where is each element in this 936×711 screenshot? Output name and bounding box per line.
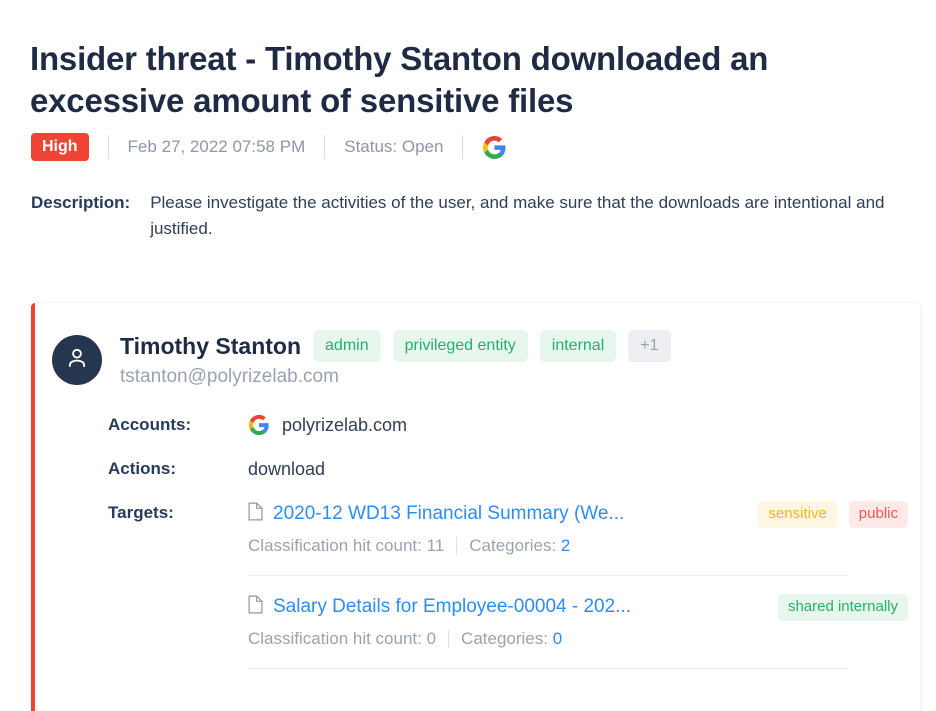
avatar [52, 335, 102, 385]
entity-tag-internal[interactable]: internal [540, 330, 616, 362]
description-label: Description: [31, 190, 130, 216]
categories-label: Categories: [461, 628, 548, 650]
target-meta-row: Classification hit count: 11 Categories:… [248, 535, 908, 557]
target-title-row: Salary Details for Employee-00004 - 202.… [248, 594, 908, 620]
divider [248, 668, 848, 669]
categories-count-link[interactable]: 2 [561, 535, 570, 557]
target-tags: sensitive public [746, 501, 908, 528]
targets-list: 2020-12 WD13 Financial Summary (We... se… [248, 501, 908, 669]
target-tag-sensitive[interactable]: sensitive [758, 501, 836, 528]
categories-label: Categories: [469, 535, 556, 557]
alert-status: Status: Open [344, 136, 443, 158]
entity-tag-privileged-entity[interactable]: privileged entity [393, 330, 528, 362]
google-icon [248, 414, 282, 436]
document-icon [248, 502, 263, 526]
entity-identity: Timothy Stanton admin privileged entity … [120, 331, 671, 389]
categories-count-link[interactable]: 0 [553, 628, 562, 650]
entity-tag-admin[interactable]: admin [313, 330, 381, 362]
detail-row-targets: Targets: 2020-12 WD13 Financial Summary … [108, 501, 908, 669]
target-tags: shared internally [766, 594, 908, 621]
targets-label: Targets: [108, 501, 248, 525]
card-severity-accent-bar [31, 303, 35, 711]
meta-divider [456, 537, 457, 555]
actions-label: Actions: [108, 457, 248, 481]
description-text: Please investigate the activities of the… [150, 190, 890, 242]
list-item: Salary Details for Employee-00004 - 202.… [248, 594, 908, 669]
alert-meta-row: High Feb 27, 2022 07:58 PM Status: Open [31, 131, 507, 163]
detail-row-accounts: Accounts: polyrizelab.com [108, 413, 407, 437]
document-icon [248, 595, 263, 619]
accounts-value: polyrizelab.com [248, 413, 407, 437]
status-badge-severity: High [31, 133, 89, 161]
entity-tag-overflow-count[interactable]: +1 [628, 330, 670, 362]
entity-name: Timothy Stanton [120, 332, 301, 360]
target-tag-shared-internally[interactable]: shared internally [778, 594, 908, 621]
list-item: 2020-12 WD13 Financial Summary (We... se… [248, 501, 908, 576]
classification-hit-count: Classification hit count: 0 [248, 628, 436, 650]
entity-header: Timothy Stanton admin privileged entity … [52, 331, 671, 389]
target-meta-row: Classification hit count: 0 Categories: … [248, 628, 908, 650]
meta-divider [324, 135, 325, 159]
actions-value: download [248, 457, 325, 481]
meta-divider [448, 630, 449, 648]
meta-divider [462, 135, 463, 159]
page-title: Insider threat - Timothy Stanton downloa… [30, 38, 882, 122]
description-block: Description: Please investigate the acti… [31, 190, 921, 242]
entity-email: tstanton@polyrizelab.com [120, 365, 671, 389]
entity-name-row: Timothy Stanton admin privileged entity … [120, 331, 671, 361]
detail-row-actions: Actions: download [108, 457, 325, 481]
target-tag-public[interactable]: public [849, 501, 908, 528]
accounts-label: Accounts: [108, 413, 248, 437]
google-icon [482, 135, 507, 160]
target-file-link[interactable]: Salary Details for Employee-00004 - 202.… [273, 595, 631, 619]
alert-timestamp: Feb 27, 2022 07:58 PM [128, 136, 306, 158]
target-file-link[interactable]: 2020-12 WD13 Financial Summary (We... [273, 502, 624, 526]
accounts-domain-text: polyrizelab.com [282, 413, 407, 437]
classification-hit-count: Classification hit count: 11 [248, 535, 444, 557]
divider [248, 575, 848, 576]
user-icon [64, 345, 90, 376]
target-title-row: 2020-12 WD13 Financial Summary (We... se… [248, 501, 908, 527]
meta-divider [108, 135, 109, 159]
alert-detail-page: Insider threat - Timothy Stanton downloa… [0, 0, 936, 711]
entity-card: Timothy Stanton admin privileged entity … [31, 303, 920, 711]
